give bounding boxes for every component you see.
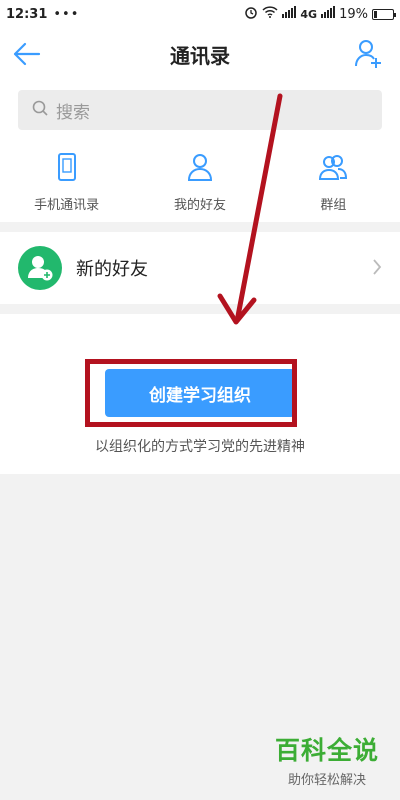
group-icon [318, 152, 348, 186]
signal-icon [282, 6, 297, 22]
battery-percent: 19% [339, 6, 368, 22]
search-input[interactable]: 搜索 [18, 90, 382, 130]
create-org-subtext: 以组织化的方式学习党的先进精神 [95, 439, 305, 455]
tab-phone-contacts-label: 手机通讯录 [34, 198, 100, 213]
search-area: 搜索 [0, 80, 400, 140]
tab-groups-label: 群组 [320, 198, 347, 213]
watermark-logo: 百科全说 助你轻松解决 [268, 731, 386, 788]
new-friend-row[interactable]: 新的好友 [0, 232, 400, 304]
phone-icon [55, 152, 79, 186]
status-time: 12:31 [6, 6, 48, 22]
contact-tabs: 手机通讯录 我的好友 群组 [0, 140, 400, 222]
add-user-icon[interactable] [354, 38, 384, 70]
tab-my-friends[interactable]: 我的好友 [133, 140, 266, 222]
wifi-icon [262, 6, 278, 22]
watermark-title: 百科全说 [274, 736, 379, 765]
chevron-right-icon [372, 258, 382, 280]
signal-icon-2 [321, 6, 336, 22]
top-header: 通讯录 [0, 28, 400, 80]
page-title: 通讯录 [170, 43, 230, 68]
status-right: 4G 19% [244, 5, 396, 23]
status-bar: 12:31 ••• 4G 19% [0, 0, 400, 28]
tab-phone-contacts[interactable]: 手机通讯录 [0, 140, 133, 222]
add-friend-avatar-icon [18, 246, 62, 290]
network-type: 4G [300, 7, 318, 21]
create-org-section: 创建学习组织 以组织化的方式学习党的先进精神 [0, 314, 400, 474]
new-friend-label: 新的好友 [76, 259, 148, 280]
tab-my-friends-label: 我的好友 [173, 198, 226, 213]
alarm-icon [244, 5, 258, 23]
annotation-highlight-box [85, 359, 297, 427]
battery-fill [374, 10, 377, 18]
tab-groups[interactable]: 群组 [267, 140, 400, 222]
status-notification-dots: ••• [53, 6, 80, 22]
person-icon [186, 152, 214, 186]
search-icon [32, 100, 48, 120]
battery-icon [372, 8, 396, 20]
watermark-subtitle: 助你轻松解决 [287, 773, 366, 788]
search-placeholder: 搜索 [56, 102, 90, 123]
back-arrow-icon[interactable] [12, 40, 42, 68]
